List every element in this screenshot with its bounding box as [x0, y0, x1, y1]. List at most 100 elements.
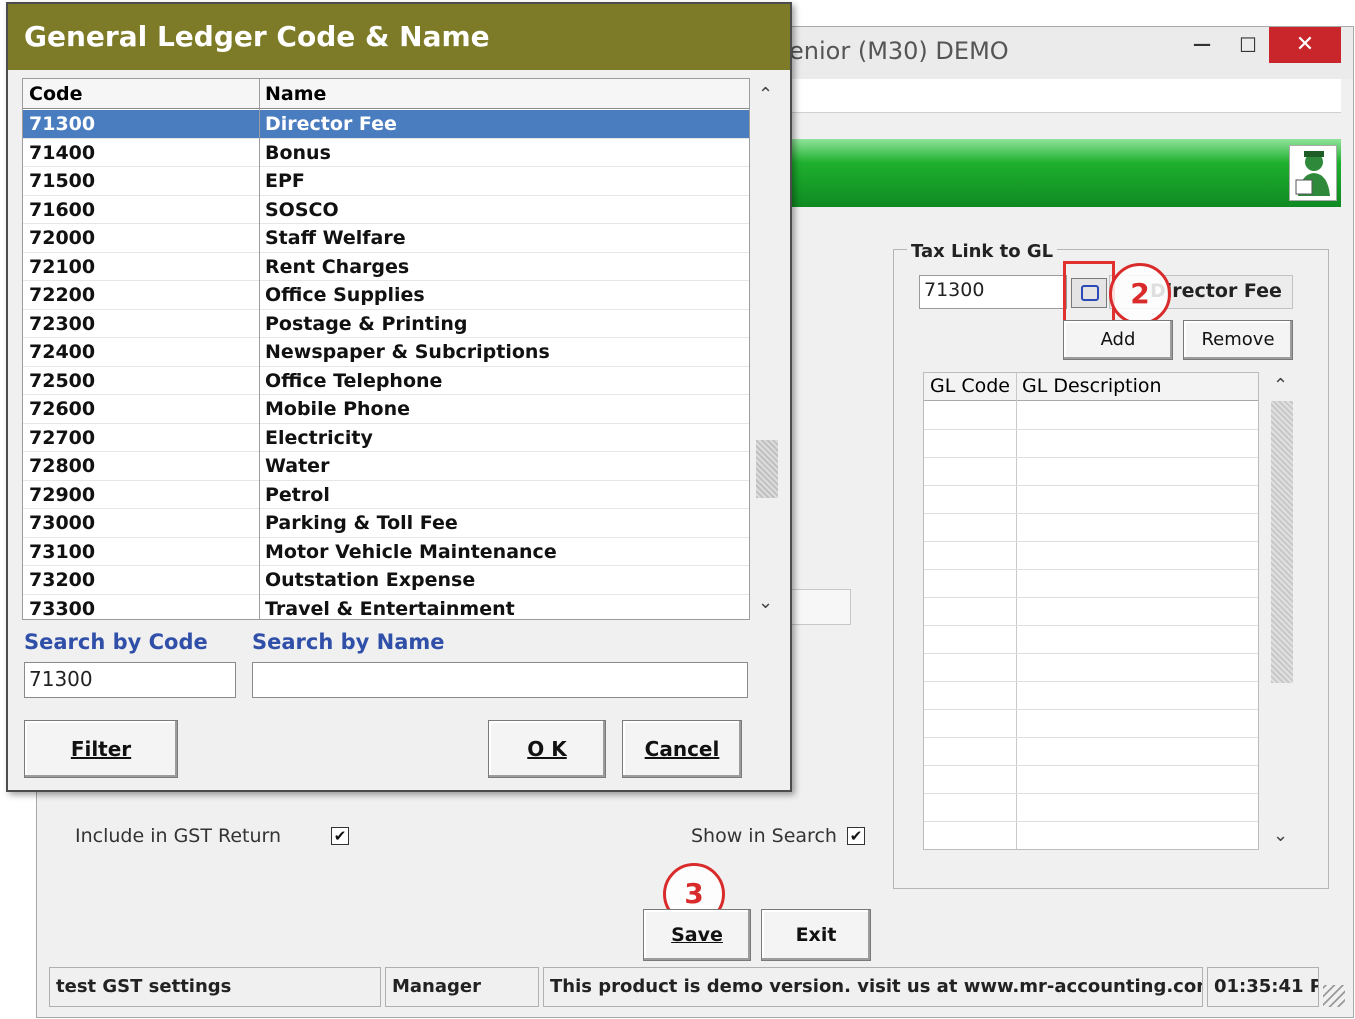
row-code: 73100: [29, 540, 96, 563]
include-gst-label: Include in GST Return: [75, 825, 282, 847]
row-name: Office Telephone: [265, 369, 443, 392]
filter-button[interactable]: Filter: [24, 720, 178, 778]
row-code: 71500: [29, 170, 96, 192]
row-code: 72400: [29, 341, 96, 363]
list-row[interactable]: 72000 Staff Welfare: [23, 224, 749, 253]
list-row[interactable]: 73300 Travel & Entertainment: [23, 595, 749, 620]
row-name: Staff Welfare: [265, 227, 406, 249]
resize-grip-icon[interactable]: [1323, 985, 1345, 1007]
grid-row-line: [924, 429, 1258, 430]
grid-header: GL Code GL Description: [924, 373, 1258, 401]
tax-gl-code-input[interactable]: 71300: [919, 275, 1067, 309]
list-row[interactable]: 73100 Motor Vehicle Maintenance: [23, 538, 749, 566]
list-row[interactable]: 72400 Newspaper & Subcriptions: [23, 338, 749, 367]
exit-button[interactable]: Exit: [761, 909, 871, 961]
row-name: Office Supplies: [265, 284, 425, 306]
list-row[interactable]: 73200 Outstation Expense: [23, 566, 749, 595]
row-code: 71300: [29, 113, 96, 135]
annotation-highlight-box: [1063, 261, 1115, 325]
list-row[interactable]: 72800 Water: [23, 452, 749, 481]
row-code: 72600: [29, 398, 96, 420]
grid-row-line: [924, 513, 1258, 514]
chevron-down-icon[interactable]: ⌄: [1273, 825, 1288, 846]
text-field[interactable]: [789, 589, 851, 625]
list-row[interactable]: 72300 Postage & Printing: [23, 310, 749, 338]
column-header-name[interactable]: Name: [265, 83, 326, 105]
remove-button[interactable]: Remove: [1183, 320, 1293, 360]
list-row[interactable]: 72900 Petrol: [23, 481, 749, 509]
gl-link-grid[interactable]: GL Code GL Description: [923, 372, 1259, 850]
list-row[interactable]: 73000 Parking & Toll Fee: [23, 509, 749, 538]
status-company: test GST settings: [49, 967, 381, 1007]
search-code-input[interactable]: 71300: [24, 662, 236, 698]
gl-code-list[interactable]: Code Name 71300 Director Fee 71400 Bonus 715…: [22, 78, 750, 620]
grid-row-line: [924, 765, 1258, 766]
cancel-button[interactable]: Cancel: [622, 720, 742, 778]
row-name: Newspaper & Subcriptions: [265, 341, 550, 363]
row-code: 72100: [29, 255, 96, 278]
column-divider: [259, 79, 260, 619]
row-name: EPF: [265, 170, 305, 192]
row-name: Outstation Expense: [265, 569, 476, 591]
grid-scroll-thumb[interactable]: [1271, 401, 1293, 683]
row-code: 73200: [29, 569, 96, 591]
list-row[interactable]: 72500 Office Telephone: [23, 367, 749, 395]
exit-button-label: Exit: [795, 924, 837, 946]
close-button[interactable]: ✕: [1269, 27, 1341, 63]
maximize-button[interactable]: ☐: [1223, 27, 1273, 63]
ok-button-label: O K: [527, 737, 567, 761]
grid-row-line: [924, 709, 1258, 710]
column-header-code[interactable]: Code: [29, 83, 82, 105]
list-row[interactable]: 72600 Mobile Phone: [23, 395, 749, 424]
list-row[interactable]: 71400 Bonus: [23, 139, 749, 167]
row-code: 72200: [29, 284, 96, 306]
grid-row-line: [924, 681, 1258, 682]
column-header-gl-code[interactable]: GL Code: [930, 375, 1010, 397]
chevron-down-icon[interactable]: ⌄: [758, 592, 773, 613]
search-by-name-label: Search by Name: [252, 630, 445, 654]
row-code: 72500: [29, 369, 96, 392]
tax-link-legend: Tax Link to GL: [907, 241, 1058, 262]
row-name: Electricity: [265, 426, 373, 449]
grid-row-line: [924, 737, 1258, 738]
grid-row-line: [924, 821, 1258, 822]
row-name: Postage & Printing: [265, 312, 468, 335]
chevron-up-icon[interactable]: ⌃: [758, 84, 773, 105]
include-gst-checkbox[interactable]: ✔: [331, 827, 349, 845]
search-name-input[interactable]: [252, 662, 748, 698]
column-header-gl-description[interactable]: GL Description: [1022, 375, 1162, 397]
list-row[interactable]: 72700 Electricity: [23, 424, 749, 452]
list-row[interactable]: 71300 Director Fee: [23, 110, 749, 139]
list-row[interactable]: 71500 EPF: [23, 167, 749, 196]
window-title: enior (M30) DEMO: [789, 37, 1009, 65]
minimize-button[interactable]: −: [1177, 27, 1227, 63]
gl-code-dialog: General Ledger Code & Name Code Name 713…: [6, 2, 792, 792]
row-code: 73000: [29, 512, 96, 534]
row-code: 72700: [29, 426, 96, 449]
show-in-search-checkbox[interactable]: ✔: [847, 827, 865, 845]
list-row[interactable]: 72200 Office Supplies: [23, 281, 749, 310]
grid-row-line: [924, 485, 1258, 486]
row-name: Parking & Toll Fee: [265, 512, 458, 534]
grid-row-line: [924, 653, 1258, 654]
add-button[interactable]: Add: [1063, 320, 1173, 360]
row-code: 72900: [29, 483, 96, 506]
row-name: SOSCO: [265, 198, 339, 221]
dialog-titlebar: General Ledger Code & Name: [8, 4, 790, 70]
grid-row-line: [924, 541, 1258, 542]
dialog-title: General Ledger Code & Name: [24, 20, 490, 53]
grid-row-line: [924, 457, 1258, 458]
row-name: Director Fee: [265, 113, 397, 135]
list-rows: 71300 Director Fee 71400 Bonus 71500 EPF 71600…: [23, 110, 749, 620]
status-time: 01:35:41 PI: [1207, 967, 1319, 1007]
ok-button[interactable]: O K: [488, 720, 606, 778]
row-code: 72000: [29, 227, 96, 249]
chevron-up-icon[interactable]: ⌃: [1273, 375, 1288, 396]
search-by-code-label: Search by Code: [24, 630, 208, 654]
save-button[interactable]: Save: [643, 909, 751, 961]
list-scrollbar[interactable]: [752, 78, 780, 620]
list-scroll-thumb[interactable]: [756, 440, 778, 498]
cancel-button-label: Cancel: [644, 737, 720, 761]
list-row[interactable]: 72100 Rent Charges: [23, 253, 749, 281]
list-row[interactable]: 71600 SOSCO: [23, 196, 749, 224]
